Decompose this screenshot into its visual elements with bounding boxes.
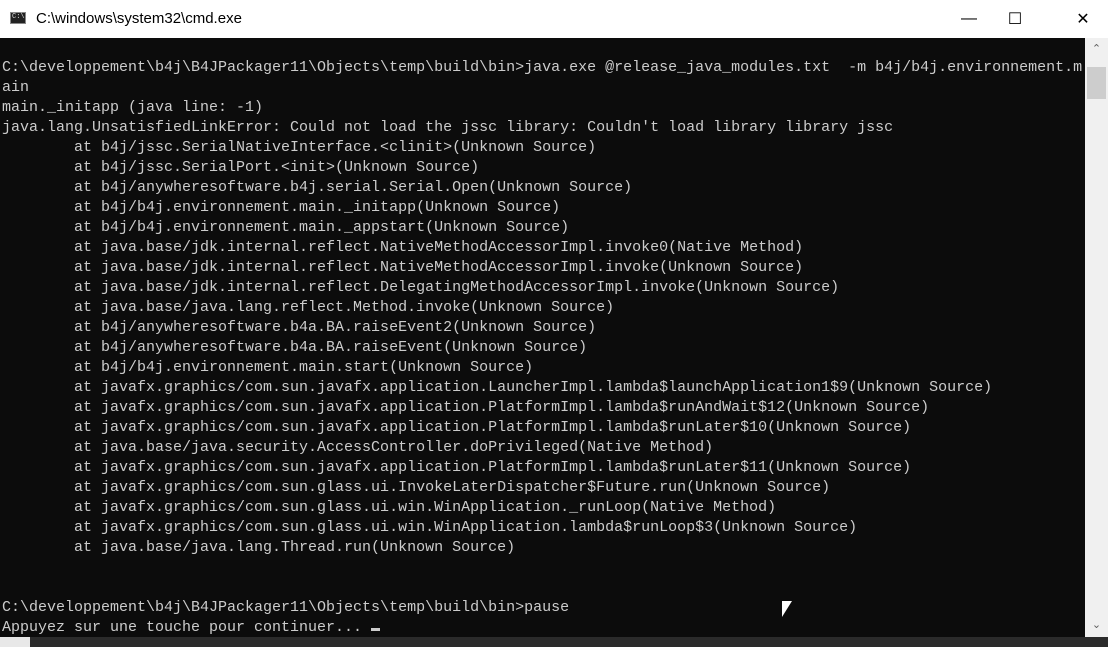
console-line: at java.base/java.lang.reflect.Method.in…	[2, 299, 615, 316]
console-line: ain	[2, 79, 30, 96]
scroll-thumb[interactable]	[1087, 67, 1106, 99]
maximize-button[interactable]: ☐	[992, 0, 1038, 38]
console-line: at java.base/jdk.internal.reflect.Delega…	[2, 279, 840, 296]
console-line: at b4j/jssc.SerialPort.<init>(Unknown So…	[2, 159, 480, 176]
mouse-cursor-icon	[782, 601, 792, 617]
console-line: at b4j/anywheresoftware.b4a.BA.raiseEven…	[2, 339, 588, 356]
console-line: at b4j/jssc.SerialNativeInterface.<clini…	[2, 139, 597, 156]
text-cursor	[371, 628, 381, 631]
close-button[interactable]: ✕	[1060, 0, 1106, 38]
vertical-scrollbar[interactable]: ⌃ ⌄	[1085, 38, 1108, 637]
scroll-down-arrow-icon[interactable]: ⌄	[1085, 618, 1108, 635]
console-line: at b4j/b4j.environnement.main._initapp(U…	[2, 199, 561, 216]
console-line: at javafx.graphics/com.sun.javafx.applic…	[2, 399, 930, 416]
console-line: at b4j/b4j.environnement.main._appstart(…	[2, 219, 570, 236]
console-line: at java.base/java.security.AccessControl…	[2, 439, 714, 456]
console-line: at javafx.graphics/com.sun.glass.ui.win.…	[2, 499, 777, 516]
window-title: C:\windows\system32\cmd.exe	[36, 10, 242, 27]
console-line: Appuyez sur une touche pour continuer...	[2, 618, 1082, 637]
console-line: C:\developpement\b4j\B4JPackager11\Objec…	[2, 599, 570, 616]
console-line: at java.base/java.lang.Thread.run(Unknow…	[2, 539, 516, 556]
console-line: at b4j/b4j.environnement.main.start(Unkn…	[2, 359, 534, 376]
title-bar[interactable]: C:\windows\system32\cmd.exe — ☐ ✕	[0, 0, 1108, 38]
console-line: at javafx.graphics/com.sun.glass.ui.win.…	[2, 519, 858, 536]
console-line: at java.base/jdk.internal.reflect.Native…	[2, 259, 804, 276]
console-line: at javafx.graphics/com.sun.javafx.applic…	[2, 459, 912, 476]
console-lines: C:\developpement\b4j\B4JPackager11\Objec…	[2, 58, 1082, 637]
console-line: main._initapp (java line: -1)	[2, 99, 264, 116]
console-line: java.lang.UnsatisfiedLinkError: Could no…	[2, 119, 894, 136]
console-line: at b4j/anywheresoftware.b4j.serial.Seria…	[2, 179, 633, 196]
console-line: at java.base/jdk.internal.reflect.Native…	[2, 239, 804, 256]
scroll-up-arrow-icon[interactable]: ⌃	[1085, 42, 1108, 59]
cmd-app-icon[interactable]	[10, 12, 26, 24]
minimize-button[interactable]: —	[946, 0, 992, 38]
console-line: at javafx.graphics/com.sun.javafx.applic…	[2, 379, 993, 396]
console-line: at javafx.graphics/com.sun.glass.ui.Invo…	[2, 479, 831, 496]
console-line: at javafx.graphics/com.sun.javafx.applic…	[2, 419, 912, 436]
console-output[interactable]: C:\developpement\b4j\B4JPackager11\Objec…	[0, 38, 1085, 637]
background-window-strip	[0, 637, 1108, 647]
console-line: C:\developpement\b4j\B4JPackager11\Objec…	[2, 59, 1083, 76]
console-line: at b4j/anywheresoftware.b4a.BA.raiseEven…	[2, 319, 597, 336]
